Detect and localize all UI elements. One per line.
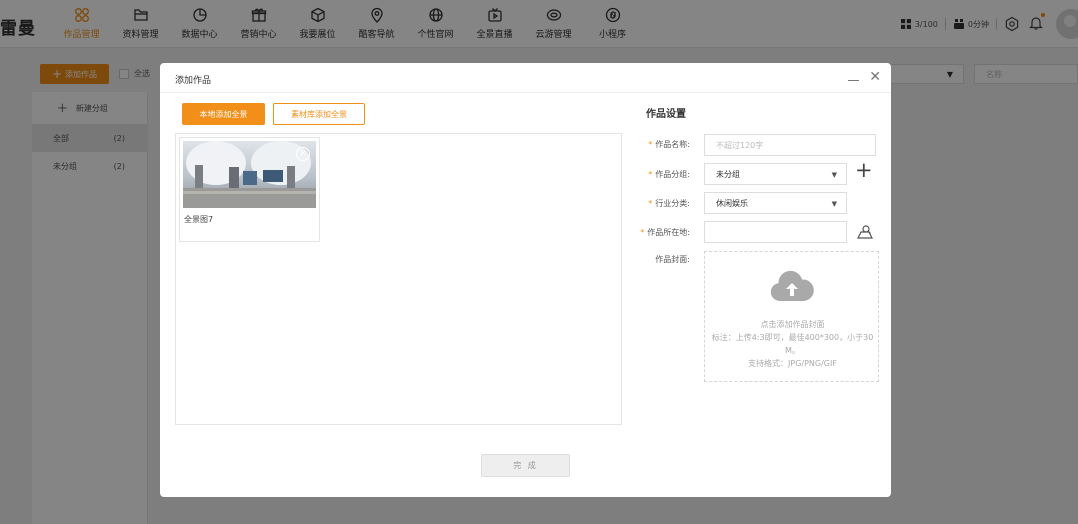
name-label: * 作品名称: — [648, 140, 690, 149]
close-icon[interactable]: ✕ — [869, 70, 881, 84]
minimize-icon[interactable] — [848, 79, 860, 81]
library-upload-button[interactable]: 素材库添加全景 — [273, 103, 365, 125]
add-work-dialog: 添加作品 ✕ 本地添加全景 素材库添加全景 ✕ 全景图7 作品设置 * 作品名称… — [160, 63, 891, 497]
location-input[interactable] — [704, 221, 847, 243]
dialog-controls: ✕ — [838, 70, 881, 84]
add-group-icon[interactable]: + — [855, 160, 873, 181]
chevron-down-icon: ▼ — [831, 200, 837, 208]
work-name-input[interactable]: 不超过120字 — [704, 134, 876, 156]
required-marker: * — [640, 228, 645, 237]
required-marker: * — [648, 199, 653, 208]
done-button[interactable]: 完 成 — [481, 454, 570, 477]
cloud-upload-icon — [770, 270, 814, 302]
panorama-name: 全景图7 — [184, 215, 214, 224]
group-label: * 作品分组: — [648, 170, 690, 179]
cover-hint: 点击添加作品封面 标注：上传4:3即可，最佳400*300，小于30 M。 支持… — [711, 320, 874, 368]
settings-title: 作品设置 — [646, 109, 686, 120]
cover-upload-area[interactable]: 点击添加作品封面 标注：上传4:3即可，最佳400*300，小于30 M。 支持… — [704, 251, 879, 382]
required-marker: * — [648, 170, 653, 179]
panorama-card[interactable]: ✕ 全景图7 — [179, 137, 320, 242]
cover-label: 作品封面: — [655, 255, 690, 264]
group-select[interactable]: 未分组 ▼ — [704, 163, 847, 185]
map-search-icon[interactable] — [856, 223, 874, 241]
local-upload-button[interactable]: 本地添加全景 — [182, 103, 265, 125]
chevron-down-icon: ▼ — [831, 171, 837, 179]
divider — [160, 92, 891, 93]
industry-label: * 行业分类: — [648, 199, 690, 208]
panorama-thumbnail: ✕ — [183, 141, 316, 208]
remove-icon[interactable]: ✕ — [296, 147, 310, 161]
required-marker: * — [648, 140, 653, 149]
panorama-list-panel: ✕ 全景图7 — [175, 133, 622, 425]
location-label: * 作品所在地: — [640, 228, 690, 237]
industry-select[interactable]: 休闲娱乐 ▼ — [704, 192, 847, 214]
dialog-title: 添加作品 — [175, 76, 212, 86]
